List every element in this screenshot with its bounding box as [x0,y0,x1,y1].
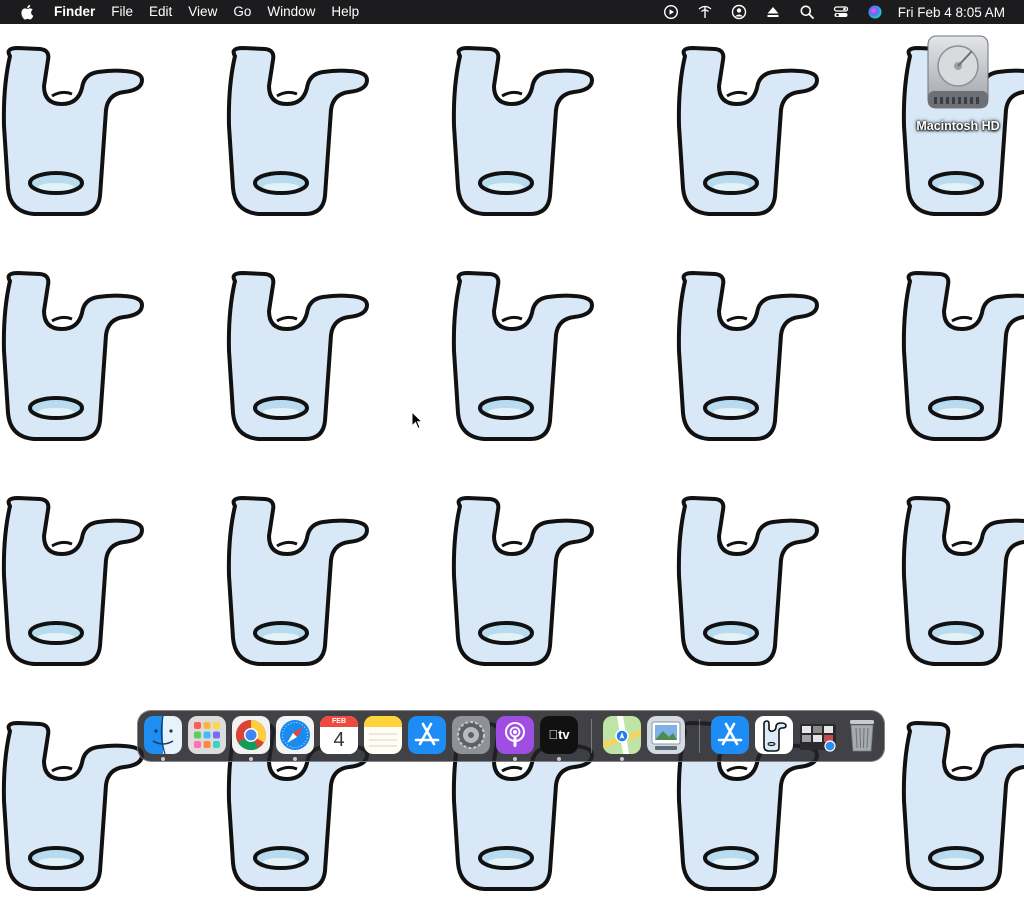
desktop-icon-label: Macintosh HD [916,119,1000,133]
apple-menu-icon[interactable] [0,4,52,20]
dock: FEB 4 tv [137,710,885,762]
spotlight-search-icon[interactable] [790,0,824,24]
app-store-icon [711,716,749,754]
wallpaper-hook-tile [900,496,1024,676]
chrome-icon [232,716,270,754]
dock-notes[interactable] [364,716,402,754]
dock-calendar[interactable]: FEB 4 [320,716,358,754]
siri-icon[interactable] [858,0,892,24]
wallpaper-hook-tile [675,496,825,676]
dock-preview[interactable] [647,716,685,754]
menu-edit[interactable]: Edit [141,0,180,24]
preview-icon [647,716,685,754]
running-indicator [513,757,517,761]
wallpaper-hook-tile [0,721,150,901]
calendar-day: 4 [320,727,358,754]
dock-app-store-2[interactable] [711,716,749,754]
dock-safari[interactable] [276,716,314,754]
dock-apple-tv[interactable]: tv [540,716,578,754]
control-center-icon[interactable] [824,0,858,24]
dock-system-preferences[interactable] [452,716,490,754]
running-indicator [161,757,165,761]
menu-file[interactable]: File [103,0,141,24]
wallpaper-hook-tile [0,271,150,451]
trash-icon [850,720,874,752]
safari-icon [276,716,314,754]
dock-podcasts[interactable] [496,716,534,754]
dock-app-store[interactable] [408,716,446,754]
app-store-icon [408,716,446,754]
dock-screenshots-folder[interactable] [799,716,837,754]
menubar-clock[interactable]: Fri Feb 4 8:05 AM [892,5,1024,20]
menu-window[interactable]: Window [259,0,323,24]
mouse-cursor-icon [411,411,423,430]
launchpad-icon [188,716,226,754]
finder-icon [144,716,182,754]
system-preferences-icon [452,716,490,754]
menu-view[interactable]: View [180,0,225,24]
wallpaper-hook-tile [450,496,600,676]
wifi-icon[interactable] [688,0,722,24]
wallpaper-hook-tile [225,496,375,676]
wallpaper-hook-tile [675,46,825,226]
dock-maps[interactable] [603,716,641,754]
dock-hook-image[interactable] [755,716,793,754]
dock-chrome[interactable] [232,716,270,754]
dock-separator [591,719,592,753]
apple-tv-icon: tv [548,727,569,742]
wallpaper-hook-tile [0,46,150,226]
wallpaper-hook-tile [450,271,600,451]
menu-bar: Finder File Edit View Go Window Help Fri… [0,0,1024,24]
dock-launchpad[interactable] [188,716,226,754]
podcasts-icon [496,716,534,754]
dock-finder[interactable] [144,716,182,754]
screen-recording-icon[interactable] [654,0,688,24]
menu-help[interactable]: Help [323,0,367,24]
wallpaper-hook-tile [675,271,825,451]
hard-drive-icon [920,33,996,115]
dock-trash[interactable] [843,716,881,754]
user-account-icon[interactable] [722,0,756,24]
wallpaper-hook-tile [0,496,150,676]
wallpaper-hook-tile [225,271,375,451]
running-indicator [557,757,561,761]
desktop-wallpaper [0,24,1024,891]
wallpaper-hook-tile [225,46,375,226]
wallpaper-hook-tile [900,721,1024,901]
running-indicator [293,757,297,761]
wallpaper-hook-tile [900,271,1024,451]
wallpaper-hook-tile [450,46,600,226]
menu-go[interactable]: Go [225,0,259,24]
running-indicator [620,757,624,761]
desktop-icon-macintosh-hd[interactable]: Macintosh HD [906,33,1010,133]
maps-icon [603,716,641,754]
status-area: Fri Feb 4 8:05 AM [654,0,1024,24]
eject-icon[interactable] [756,0,790,24]
notes-icon [364,716,402,754]
dock-separator [699,719,700,753]
running-indicator [249,757,253,761]
screenshots-folder-icon [800,724,836,752]
hook-image-icon [763,720,787,752]
menu-finder[interactable]: Finder [52,0,103,24]
